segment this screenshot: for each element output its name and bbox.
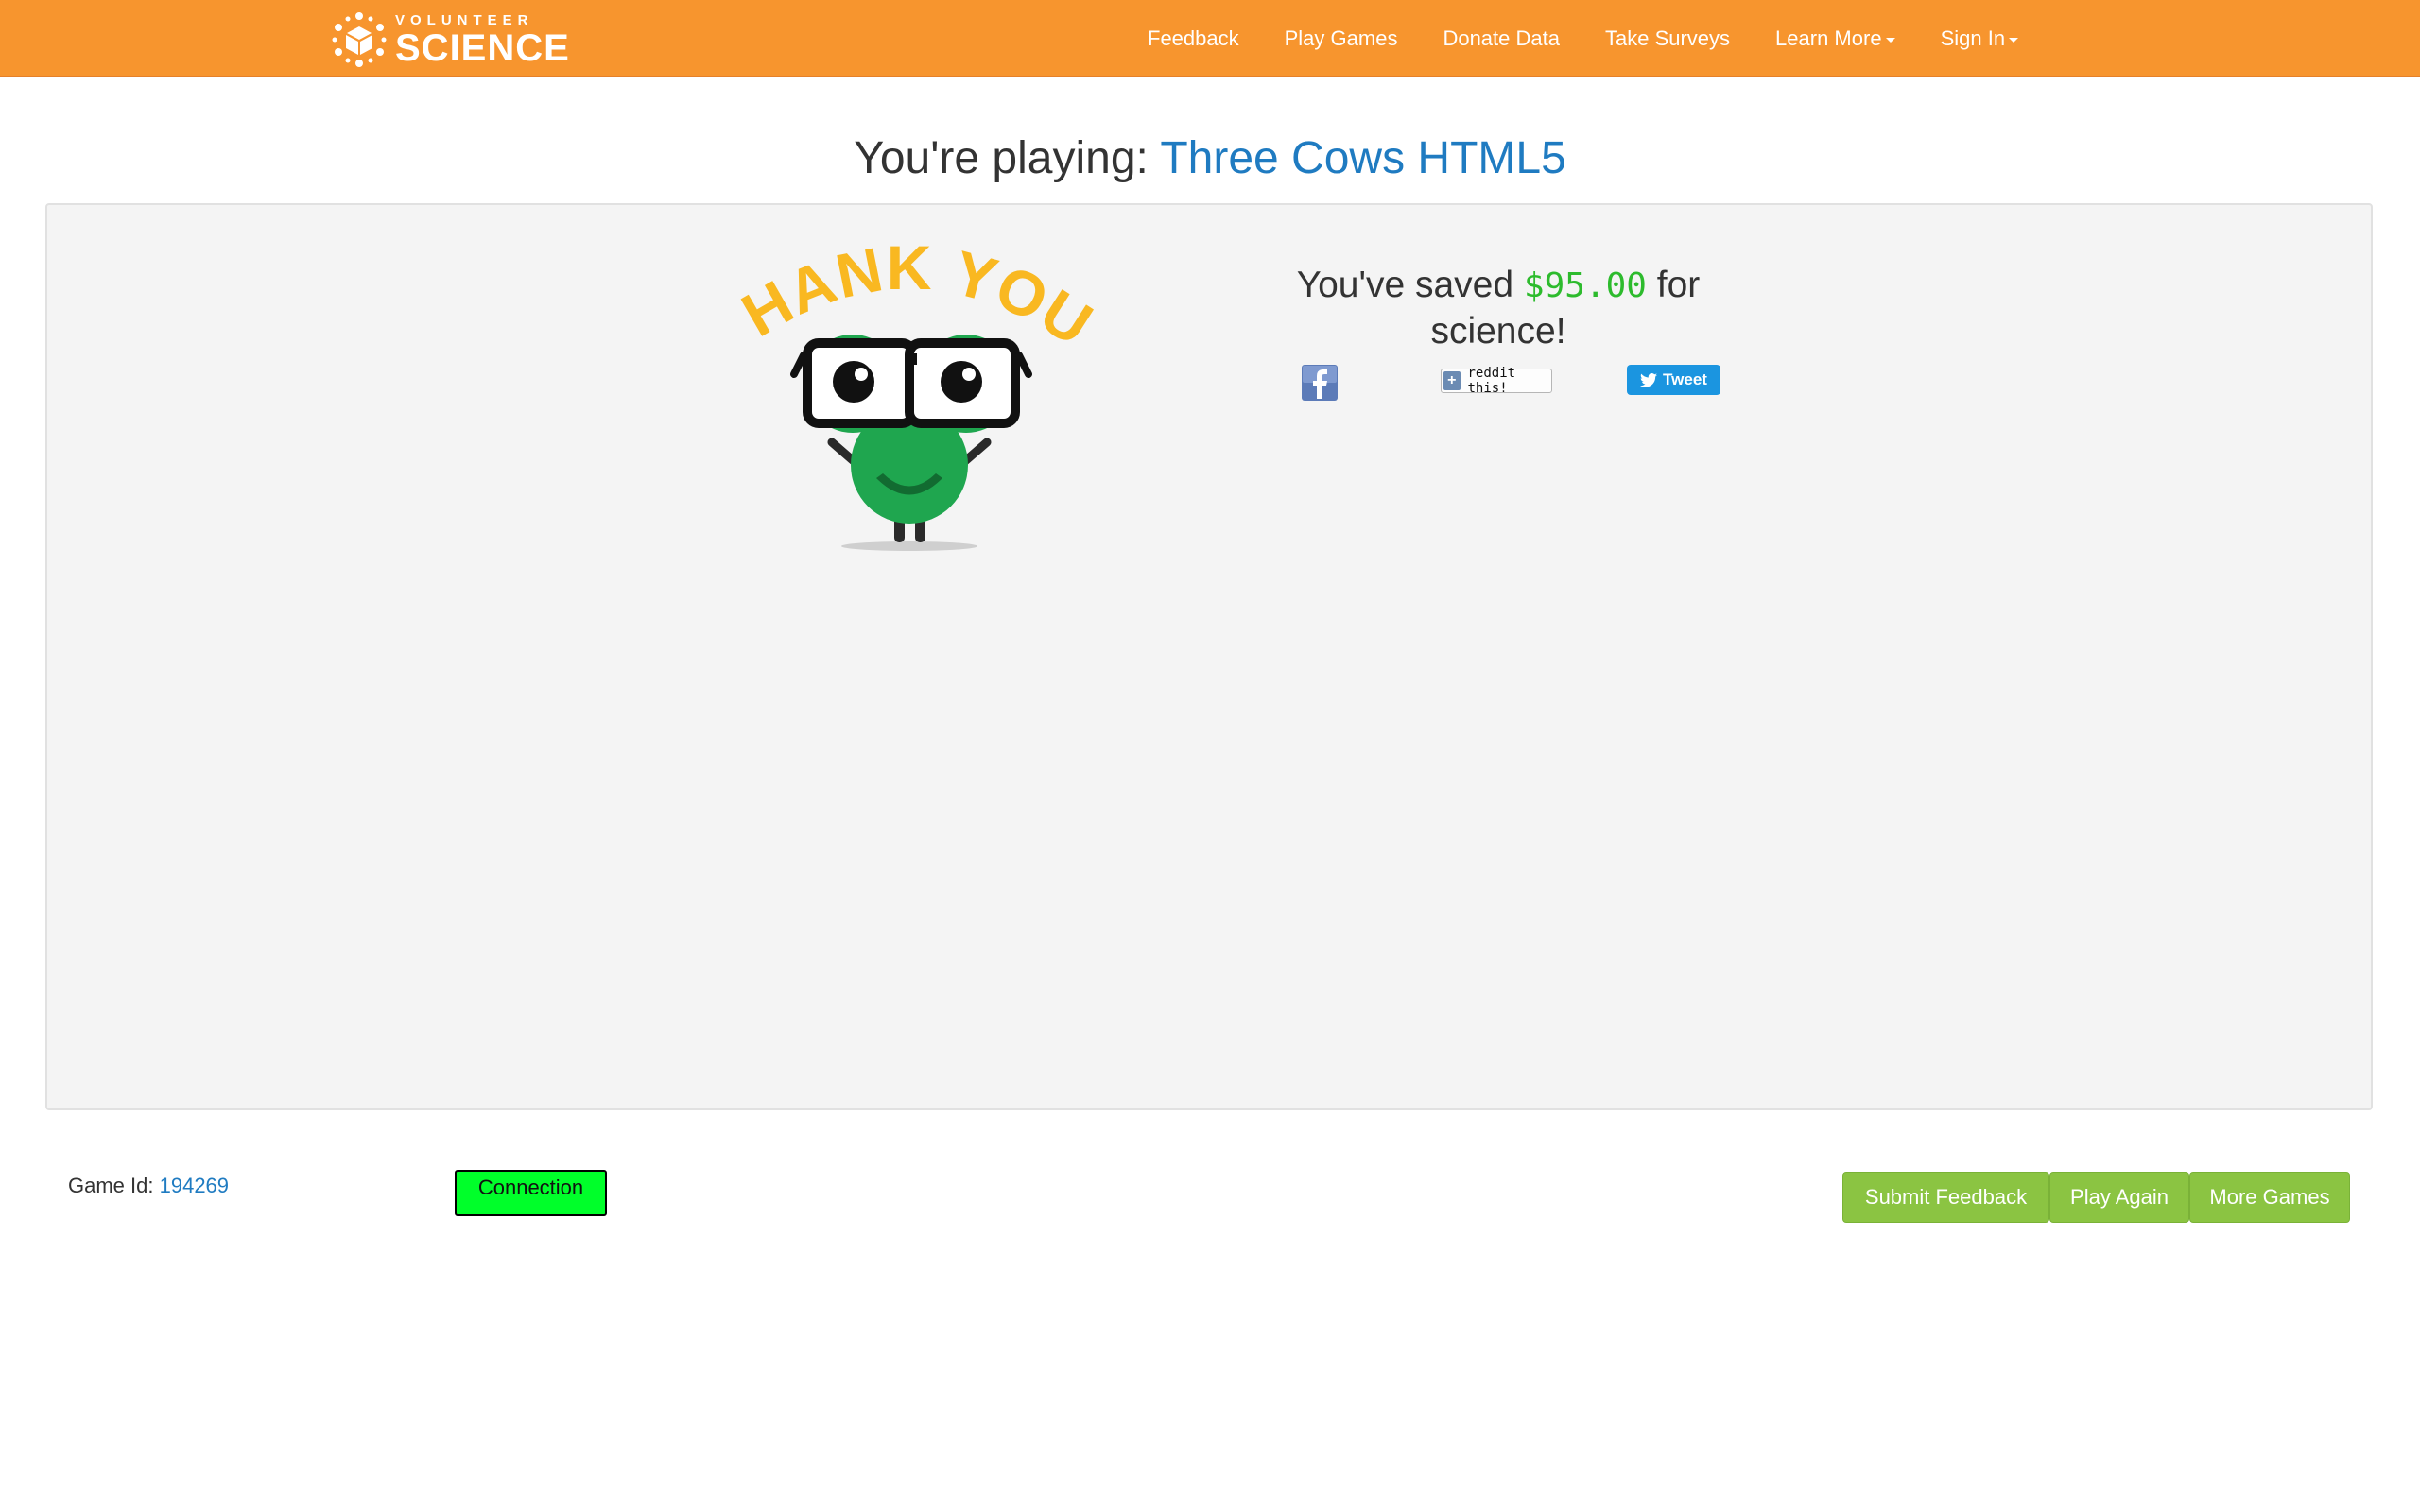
submit-feedback-button[interactable]: Submit Feedback bbox=[1842, 1172, 2049, 1223]
connection-status: Connection bbox=[455, 1170, 607, 1216]
saved-prefix: You've saved bbox=[1296, 265, 1514, 305]
reddit-share-button[interactable]: + reddit this! bbox=[1441, 366, 1552, 396]
caret-down-icon bbox=[2009, 37, 2019, 43]
facebook-share-icon[interactable] bbox=[1302, 365, 1338, 401]
nav-feedback-label: Feedback bbox=[1148, 26, 1239, 50]
action-button-group: Submit Feedback Play Again More Games bbox=[1842, 1172, 2350, 1223]
tweet-button[interactable]: Tweet bbox=[1627, 365, 1720, 395]
saved-amount: $95.00 bbox=[1523, 266, 1647, 305]
page-title: You're playing: Three Cows HTML5 bbox=[0, 132, 2420, 184]
brand-logo-link[interactable]: VOLUNTEER SCIENCE bbox=[331, 11, 570, 68]
svg-text:THANK YOU!: THANK YOU! bbox=[720, 223, 1098, 359]
game-id-label: Game Id: bbox=[68, 1174, 154, 1197]
play-again-button[interactable]: Play Again bbox=[2049, 1172, 2189, 1223]
game-panel bbox=[45, 203, 2373, 1110]
brand-name-big: SCIENCE bbox=[395, 26, 570, 69]
nav-feedback[interactable]: Feedback bbox=[1125, 26, 1262, 51]
game-name: Three Cows HTML5 bbox=[1160, 133, 1566, 183]
reddit-share-label: reddit this! bbox=[1467, 366, 1516, 396]
main-nav: Feedback Play Games Donate Data Take Sur… bbox=[1125, 0, 2041, 77]
game-id-link[interactable]: 194269 bbox=[160, 1174, 229, 1197]
thank-you-mascot-image: THANK YOU! bbox=[720, 223, 1098, 551]
nav-play-games[interactable]: Play Games bbox=[1262, 26, 1421, 51]
nav-learn-more-dropdown[interactable]: Learn More bbox=[1753, 26, 1918, 51]
cube-network-logo-icon bbox=[332, 12, 387, 67]
nav-take-surveys[interactable]: Take Surveys bbox=[1582, 26, 1753, 51]
nav-sign-in-dropdown[interactable]: Sign In bbox=[1918, 26, 2042, 51]
nav-sign-in-label: Sign In bbox=[1940, 26, 2006, 50]
nav-take-surveys-label: Take Surveys bbox=[1604, 26, 1731, 50]
nav-donate-data-label: Donate Data bbox=[1443, 26, 1560, 50]
game-id: Game Id: 194269 bbox=[68, 1174, 229, 1198]
more-games-button[interactable]: More Games bbox=[2189, 1172, 2350, 1223]
thank-you-text: THANK YOU! bbox=[720, 223, 1098, 359]
caret-down-icon bbox=[1885, 37, 1895, 43]
nav-donate-data[interactable]: Donate Data bbox=[1420, 26, 1582, 51]
plus-icon: + bbox=[1443, 371, 1461, 390]
page-title-prefix: You're playing: bbox=[854, 133, 1149, 183]
top-navbar: VOLUNTEER SCIENCE Feedback Play Games Do… bbox=[0, 0, 2420, 77]
saved-message: You've saved $95.00 for science! bbox=[1229, 263, 1768, 354]
tweet-label: Tweet bbox=[1663, 370, 1707, 388]
nav-play-games-label: Play Games bbox=[1284, 26, 1398, 50]
twitter-bird-icon bbox=[1640, 372, 1658, 387]
brand-name-small: VOLUNTEER bbox=[395, 11, 534, 28]
nav-learn-more-label: Learn More bbox=[1775, 26, 1882, 50]
